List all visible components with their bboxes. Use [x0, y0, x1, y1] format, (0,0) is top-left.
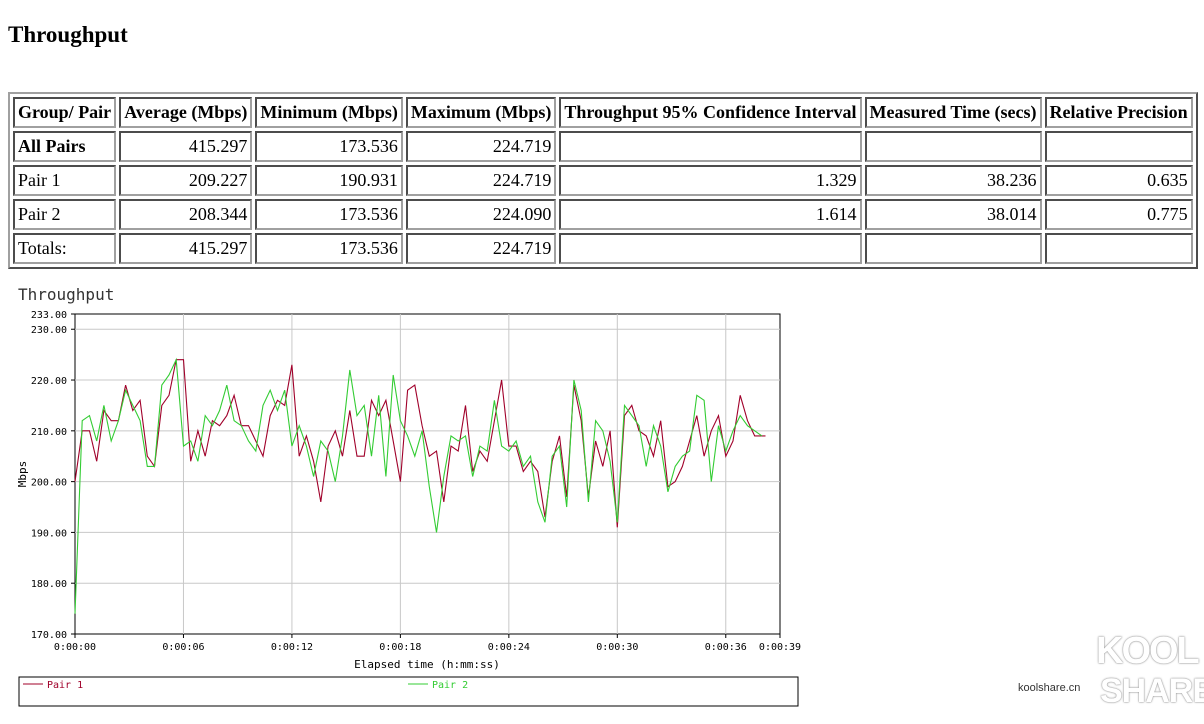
watermark-domain-text: koolshare.cn [1018, 682, 1081, 694]
y-axis-label: Mbps [16, 461, 29, 488]
cell-confidence-interval [559, 131, 862, 162]
watermark-bottom-text: SHARE [1100, 672, 1204, 710]
cell-confidence-interval [559, 233, 862, 264]
koolshare-watermark: KOOL SHARE koolshare.cn [1018, 630, 1204, 712]
table-row: Pair 1 209.227 190.931 224.719 1.329 38.… [13, 165, 1193, 196]
legend-label-pair-2: Pair 2 [432, 680, 468, 691]
cell-relative-precision: 0.635 [1044, 165, 1193, 196]
x-tick-label: 0:00:39 [759, 642, 801, 653]
cell-maximum: 224.719 [405, 165, 557, 196]
cell-minimum: 173.536 [255, 233, 403, 264]
cell-average: 415.297 [119, 131, 253, 162]
table-header-row: Group/ Pair Average (Mbps) Minimum (Mbps… [13, 97, 1193, 128]
legend-box [18, 676, 799, 707]
cell-average: 209.227 [119, 165, 253, 196]
throughput-chart: Throughput 170.00 180.00 190.00 200.00 210.0… [16, 285, 801, 707]
cell-measured-time [864, 131, 1042, 162]
cell-group: Pair 1 [13, 165, 117, 196]
header-measured-time: Measured Time (secs) [864, 97, 1042, 128]
y-tick-label: 210.00 [31, 427, 67, 438]
x-tick-label: 0:00:06 [162, 642, 204, 653]
table-row: All Pairs 415.297 173.536 224.719 [13, 131, 1193, 162]
x-tick-label: 0:00:00 [54, 642, 96, 653]
table-row: Pair 2 208.344 173.536 224.090 1.614 38.… [13, 199, 1193, 230]
page-title: Throughput [8, 22, 128, 47]
cell-relative-precision [1044, 233, 1193, 264]
cell-minimum: 173.536 [255, 131, 403, 162]
x-tick-label: 0:00:12 [271, 642, 313, 653]
y-axis-ticks: 170.00 180.00 190.00 200.00 210.00 220.00 230.… [31, 310, 75, 641]
header-relative-precision: Relative Precision [1044, 97, 1193, 128]
header-group-pair: Group/ Pair [13, 97, 117, 128]
cell-maximum: 224.719 [405, 233, 557, 264]
header-maximum: Maximum (Mbps) [405, 97, 557, 128]
header-confidence-interval: Throughput 95% Confidence Interval [559, 97, 862, 128]
cell-relative-precision [1044, 131, 1193, 162]
table-row: Totals: 415.297 173.536 224.719 [13, 233, 1193, 264]
y-tick-label: 200.00 [31, 478, 67, 489]
y-tick-label: 233.00 [31, 310, 67, 321]
watermark-top-text: KOOL [1096, 630, 1200, 672]
cell-group: Pair 2 [13, 199, 117, 230]
y-tick-label: 170.00 [31, 630, 67, 641]
cell-measured-time [864, 233, 1042, 264]
header-minimum: Minimum (Mbps) [255, 97, 403, 128]
y-tick-label: 230.00 [31, 325, 67, 336]
x-tick-label: 0:00:24 [488, 642, 530, 653]
x-tick-label: 0:00:30 [596, 642, 638, 653]
y-tick-label: 180.00 [31, 579, 67, 590]
cell-group: All Pairs [13, 131, 117, 162]
cell-maximum: 224.719 [405, 131, 557, 162]
chart-title: Throughput [18, 285, 114, 304]
cell-relative-precision: 0.775 [1044, 199, 1193, 230]
cell-measured-time: 38.236 [864, 165, 1042, 196]
cell-minimum: 190.931 [255, 165, 403, 196]
x-tick-label: 0:00:18 [379, 642, 421, 653]
cell-average: 415.297 [119, 233, 253, 264]
legend-label-pair-1: Pair 1 [47, 680, 83, 691]
cell-minimum: 173.536 [255, 199, 403, 230]
cell-average: 208.344 [119, 199, 253, 230]
cell-maximum: 224.090 [405, 199, 557, 230]
throughput-table: Group/ Pair Average (Mbps) Minimum (Mbps… [8, 92, 1198, 269]
cell-group: Totals: [13, 233, 117, 264]
cell-measured-time: 38.014 [864, 199, 1042, 230]
x-tick-label: 0:00:36 [705, 642, 747, 653]
header-average: Average (Mbps) [119, 97, 253, 128]
cell-confidence-interval: 1.614 [559, 199, 862, 230]
x-axis-ticks: 0:00:00 0:00:06 0:00:12 0:00:18 0:00:24 0:00:… [54, 634, 801, 653]
y-tick-label: 190.00 [31, 528, 67, 539]
x-axis-label: Elapsed time (h:mm:ss) [354, 658, 500, 671]
cell-confidence-interval: 1.329 [559, 165, 862, 196]
y-tick-label: 220.00 [31, 376, 67, 387]
